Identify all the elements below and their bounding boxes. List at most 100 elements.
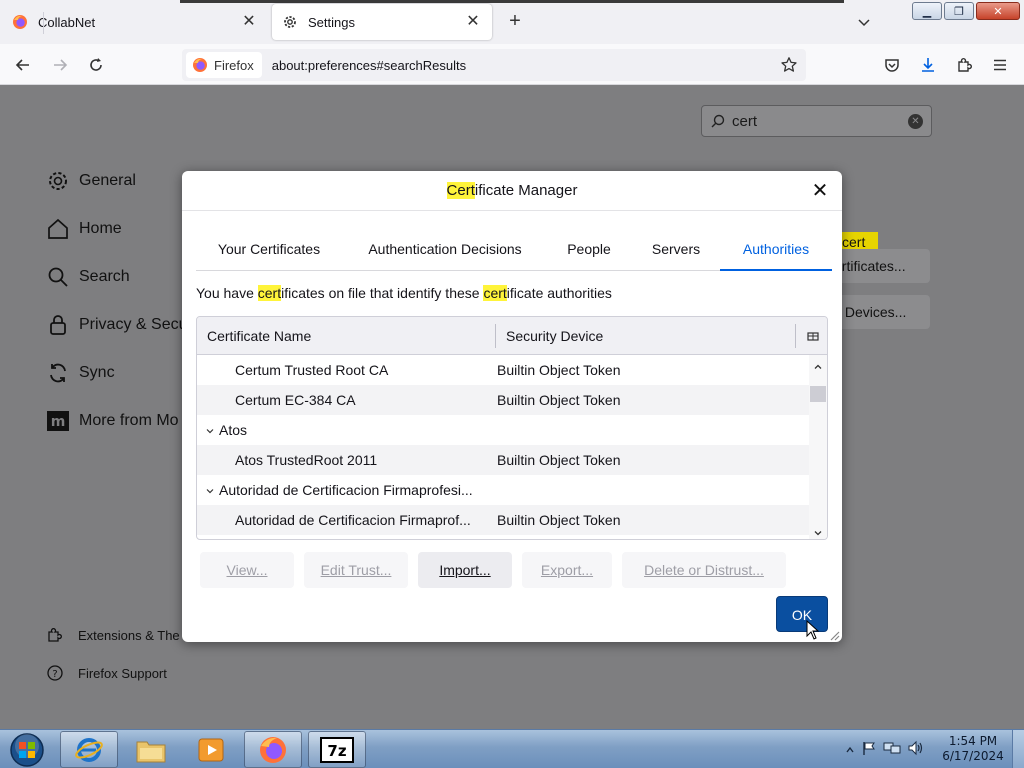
title-highlight: Cert bbox=[446, 182, 475, 199]
security-device: Builtin Object Token bbox=[497, 392, 621, 408]
table-row[interactable]: Atos TrustedRoot 2011 Builtin Object Tok… bbox=[197, 445, 809, 475]
file-explorer-icon[interactable] bbox=[122, 731, 180, 768]
firefox-icon[interactable] bbox=[244, 731, 302, 768]
downloads-icon[interactable] bbox=[915, 52, 941, 78]
close-tab-icon[interactable]: ✕ bbox=[240, 13, 258, 31]
security-device: Builtin Object Token bbox=[497, 452, 621, 468]
edit-trust-button[interactable]: Edit Trust... bbox=[304, 552, 408, 588]
media-player-icon[interactable] bbox=[182, 731, 240, 768]
close-window-button[interactable]: ✕ bbox=[976, 2, 1020, 20]
restore-button[interactable]: ❐ bbox=[944, 2, 974, 20]
firefox-icon bbox=[192, 57, 208, 73]
column-certificate-name[interactable]: Certificate Name bbox=[197, 317, 495, 355]
window-top-edge bbox=[180, 0, 844, 3]
back-button[interactable] bbox=[10, 52, 36, 78]
certificate-tree[interactable]: Certificate Name Security Device Certum … bbox=[196, 316, 828, 540]
category-search[interactable]: Search bbox=[46, 265, 130, 289]
view-button[interactable]: View... bbox=[200, 552, 294, 588]
url-text[interactable]: about:preferences#searchResults bbox=[272, 58, 466, 73]
show-hidden-icons-icon[interactable] bbox=[845, 742, 855, 760]
certificate-manager-dialog: Certificate Manager ✕ Your Certificates … bbox=[182, 171, 842, 642]
bookmark-star-icon[interactable] bbox=[780, 56, 798, 74]
table-row[interactable]: Certum EC-384 CA Builtin Object Token bbox=[197, 385, 809, 415]
tab-authorities[interactable]: Authorities bbox=[720, 231, 832, 271]
settings-search-input[interactable]: cert ✕ bbox=[701, 105, 932, 137]
category-home[interactable]: Home bbox=[46, 217, 122, 241]
home-icon bbox=[46, 217, 70, 241]
pocket-icon[interactable] bbox=[879, 52, 905, 78]
cert-name: Autoridad de Certificacion Firmaprof... bbox=[235, 512, 471, 528]
puzzle-icon bbox=[46, 626, 64, 644]
minimize-button[interactable]: ▁ bbox=[912, 2, 942, 20]
tab-label: CollabNet bbox=[38, 14, 96, 30]
internet-explorer-icon[interactable] bbox=[60, 731, 118, 768]
chevron-down-icon[interactable] bbox=[205, 423, 215, 434]
column-separator[interactable] bbox=[795, 324, 796, 348]
resize-grip-icon[interactable] bbox=[828, 628, 840, 641]
gear-icon bbox=[46, 169, 70, 193]
tree-scrollbar[interactable] bbox=[809, 355, 827, 539]
extensions-puzzle-icon[interactable] bbox=[951, 52, 977, 78]
tab-servers[interactable]: Servers bbox=[642, 231, 710, 271]
table-row[interactable]: Certum Trusted Root CA Builtin Object To… bbox=[197, 355, 809, 385]
clock-time: 1:54 PM bbox=[948, 734, 998, 748]
svg-text:m: m bbox=[51, 414, 66, 430]
forward-button[interactable] bbox=[47, 52, 73, 78]
hamburger-menu-icon[interactable] bbox=[987, 52, 1013, 78]
column-security-device[interactable]: Security Device bbox=[496, 317, 796, 355]
tab-people[interactable]: People bbox=[556, 231, 622, 271]
identity-box[interactable]: Firefox bbox=[186, 52, 262, 78]
category-more-from-mozilla[interactable]: m More from Mo bbox=[46, 409, 179, 433]
delete-or-distrust-button[interactable]: Delete or Distrust... bbox=[622, 552, 786, 588]
tree-rows: Certum Trusted Root CA Builtin Object To… bbox=[197, 355, 809, 539]
tab-your-certificates[interactable]: Your Certificates bbox=[204, 231, 334, 271]
identity-label: Firefox bbox=[214, 57, 254, 73]
security-device: Builtin Object Token bbox=[497, 512, 621, 528]
action-center-flag-icon[interactable] bbox=[861, 740, 877, 761]
chevron-down-icon[interactable] bbox=[205, 483, 215, 494]
volume-icon[interactable] bbox=[907, 740, 925, 761]
scroll-up-icon[interactable] bbox=[813, 359, 823, 369]
reload-button[interactable] bbox=[83, 52, 109, 78]
scrollbar-thumb[interactable] bbox=[810, 386, 826, 402]
category-sync[interactable]: Sync bbox=[46, 361, 115, 385]
scroll-down-icon[interactable] bbox=[813, 525, 823, 536]
list-all-tabs-icon[interactable] bbox=[854, 12, 874, 32]
clear-search-icon[interactable]: ✕ bbox=[908, 114, 923, 129]
group-name: Atos bbox=[219, 422, 248, 438]
title-rest: ificate Manager bbox=[474, 182, 578, 199]
help-icon: ? bbox=[46, 664, 64, 682]
category-general[interactable]: General bbox=[46, 169, 136, 193]
tab-authentication-decisions[interactable]: Authentication Decisions bbox=[356, 231, 534, 271]
footer-extensions-themes[interactable]: Extensions & The bbox=[46, 626, 180, 644]
show-desktop-button[interactable] bbox=[1012, 730, 1024, 768]
tab-settings[interactable]: Settings ✕ bbox=[272, 4, 492, 40]
category-label: Search bbox=[79, 268, 130, 285]
svg-text:?: ? bbox=[52, 669, 57, 680]
cert-name: Certum Trusted Root CA bbox=[235, 362, 389, 378]
7zip-icon[interactable]: 7z bbox=[308, 731, 366, 768]
dialog-title: Certificate Manager bbox=[182, 171, 842, 211]
column-picker-icon[interactable] bbox=[807, 330, 819, 342]
clock-date: 6/17/2024 bbox=[942, 749, 1004, 763]
category-privacy[interactable]: Privacy & Secu bbox=[46, 313, 187, 337]
network-icon[interactable] bbox=[883, 740, 901, 761]
table-row-group[interactable]: Atos bbox=[197, 415, 809, 445]
tab-collabnet[interactable]: CollabNet ✕ bbox=[0, 4, 266, 40]
tree-header: Certificate Name Security Device bbox=[197, 317, 827, 355]
table-row-group[interactable]: Autoridad de Certificacion Firmaprofesi.… bbox=[197, 475, 809, 505]
table-row[interactable]: Autoridad de Certificacion Firmaprof... … bbox=[197, 505, 809, 535]
new-tab-button[interactable]: + bbox=[504, 10, 526, 32]
footer-firefox-support[interactable]: ? Firefox Support bbox=[46, 664, 167, 682]
address-bar[interactable]: Firefox about:preferences#searchResults bbox=[182, 49, 806, 81]
desc-highlight: cert bbox=[483, 285, 507, 301]
export-button[interactable]: Export... bbox=[522, 552, 612, 588]
import-button[interactable]: Import... bbox=[418, 552, 512, 588]
start-orb[interactable] bbox=[4, 731, 50, 768]
system-clock[interactable]: 1:54 PM 6/17/2024 bbox=[940, 734, 1006, 764]
close-tab-icon[interactable]: ✕ bbox=[464, 13, 482, 31]
close-dialog-button[interactable]: ✕ bbox=[810, 181, 830, 201]
svg-text:7z: 7z bbox=[327, 742, 346, 760]
ok-button[interactable]: OK bbox=[776, 596, 828, 632]
authorities-description: You have certificates on file that ident… bbox=[196, 285, 612, 301]
